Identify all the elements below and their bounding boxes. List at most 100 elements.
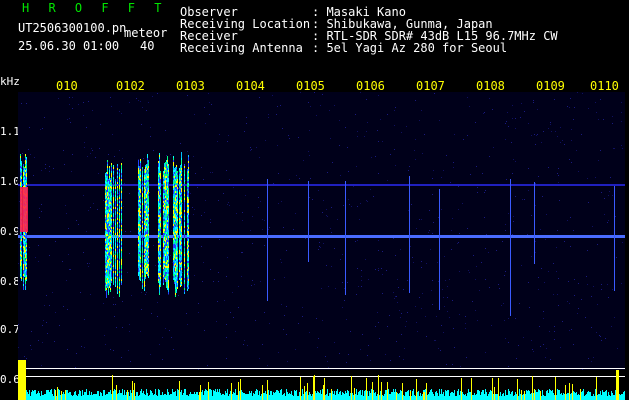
noise-dot (127, 272, 128, 273)
meteor-echo (148, 204, 149, 206)
meteor-echo (25, 256, 26, 258)
meter-bar (411, 396, 412, 400)
meteor-echo (24, 175, 25, 177)
meter-bar (288, 394, 289, 400)
noise-dot (198, 303, 199, 304)
meter-bar (228, 396, 229, 400)
meteor-echo (109, 262, 110, 264)
meteor-echo (138, 232, 139, 234)
meteor-echo (106, 210, 107, 212)
meteor-echo (106, 254, 107, 256)
meteor-echo (179, 206, 180, 208)
meteor-echo (24, 179, 25, 181)
meteor-echo (187, 235, 188, 237)
meteor-echo (164, 277, 165, 279)
meteor-echo (188, 251, 189, 253)
meteor-echo (139, 238, 140, 240)
noise-dot (38, 340, 39, 341)
meteor-echo (181, 176, 182, 178)
meter-bar (263, 393, 264, 400)
meteor-echo (108, 215, 109, 217)
meter-bar (167, 389, 168, 400)
meter-bar (311, 396, 312, 400)
meteor-echo (187, 187, 188, 189)
meter-bar (99, 396, 100, 400)
noise-dot (536, 135, 537, 136)
meteor-echo (145, 243, 146, 245)
meteor-echo (24, 257, 25, 259)
meteor-echo (23, 178, 24, 180)
meter-bar (195, 394, 196, 400)
meteor-echo (117, 188, 118, 190)
meter-bar (609, 395, 610, 400)
meteor-echo (138, 268, 139, 270)
noise-dot (178, 295, 179, 296)
meteor-echo (144, 201, 145, 203)
meteor-echo (139, 236, 140, 238)
meteor-echo (115, 245, 116, 247)
noise-dot (429, 210, 430, 211)
meteor-echo (166, 268, 167, 270)
noise-dot (379, 338, 380, 339)
meter-bar (623, 392, 624, 400)
meteor-echo (188, 239, 189, 241)
meter-bar (72, 396, 73, 400)
noise-dot (280, 105, 281, 106)
noise-dot (557, 173, 558, 174)
meter-peak (494, 387, 495, 400)
meteor-echo (25, 182, 26, 184)
meteor-echo (187, 241, 188, 243)
noise-dot (229, 179, 230, 180)
meteor-echo (117, 224, 118, 226)
meteor-echo (138, 242, 139, 244)
noise-dot (415, 306, 416, 307)
meteor-echo (105, 185, 106, 187)
meteor-echo (144, 169, 145, 171)
meteor-echo (117, 246, 118, 248)
noise-dot (505, 338, 506, 339)
noise-dot (129, 193, 130, 194)
meter-bar (375, 392, 376, 400)
meteor-echo (21, 273, 22, 275)
meteor-echo (23, 268, 24, 270)
meteor-echo (24, 241, 25, 243)
meter-bar (502, 394, 503, 400)
meteor-echo (26, 237, 27, 239)
noise-dot (450, 182, 451, 183)
meteor-echo (147, 234, 148, 236)
meteor-echo (142, 191, 143, 193)
meteor-echo (158, 211, 159, 213)
meteor-echo (105, 187, 106, 189)
noise-dot (114, 316, 115, 317)
noise-dot (535, 252, 536, 253)
meteor-echo (163, 189, 164, 191)
meter-bar (545, 396, 546, 400)
meteor-echo (24, 169, 25, 171)
meter-bar (63, 392, 64, 400)
meteor-echo (179, 172, 180, 174)
meter-bar (301, 396, 302, 400)
meteor-echo (188, 269, 189, 271)
meteor-echo (165, 234, 166, 236)
meteor-echo (187, 211, 188, 213)
meter-bar (360, 390, 361, 400)
noise-dot (567, 301, 568, 302)
meteor-echo (119, 225, 120, 227)
noise-dot (410, 246, 411, 247)
noise-dot (587, 250, 588, 251)
meter-bar (225, 391, 226, 400)
meteor-echo (176, 255, 177, 257)
meteor-echo (188, 161, 189, 163)
meteor-echo (110, 286, 111, 288)
meter-peak (423, 392, 424, 400)
meteor-echo (176, 185, 177, 187)
meteor-echo (106, 186, 107, 188)
noise-dot (70, 122, 71, 123)
meteor-echo (121, 229, 122, 231)
noise-dot (528, 123, 529, 124)
meteor-echo (121, 221, 122, 223)
meteor-echo (115, 229, 116, 231)
noise-dot (226, 337, 227, 338)
noise-dot (548, 271, 549, 272)
meteor-echo (117, 284, 118, 286)
